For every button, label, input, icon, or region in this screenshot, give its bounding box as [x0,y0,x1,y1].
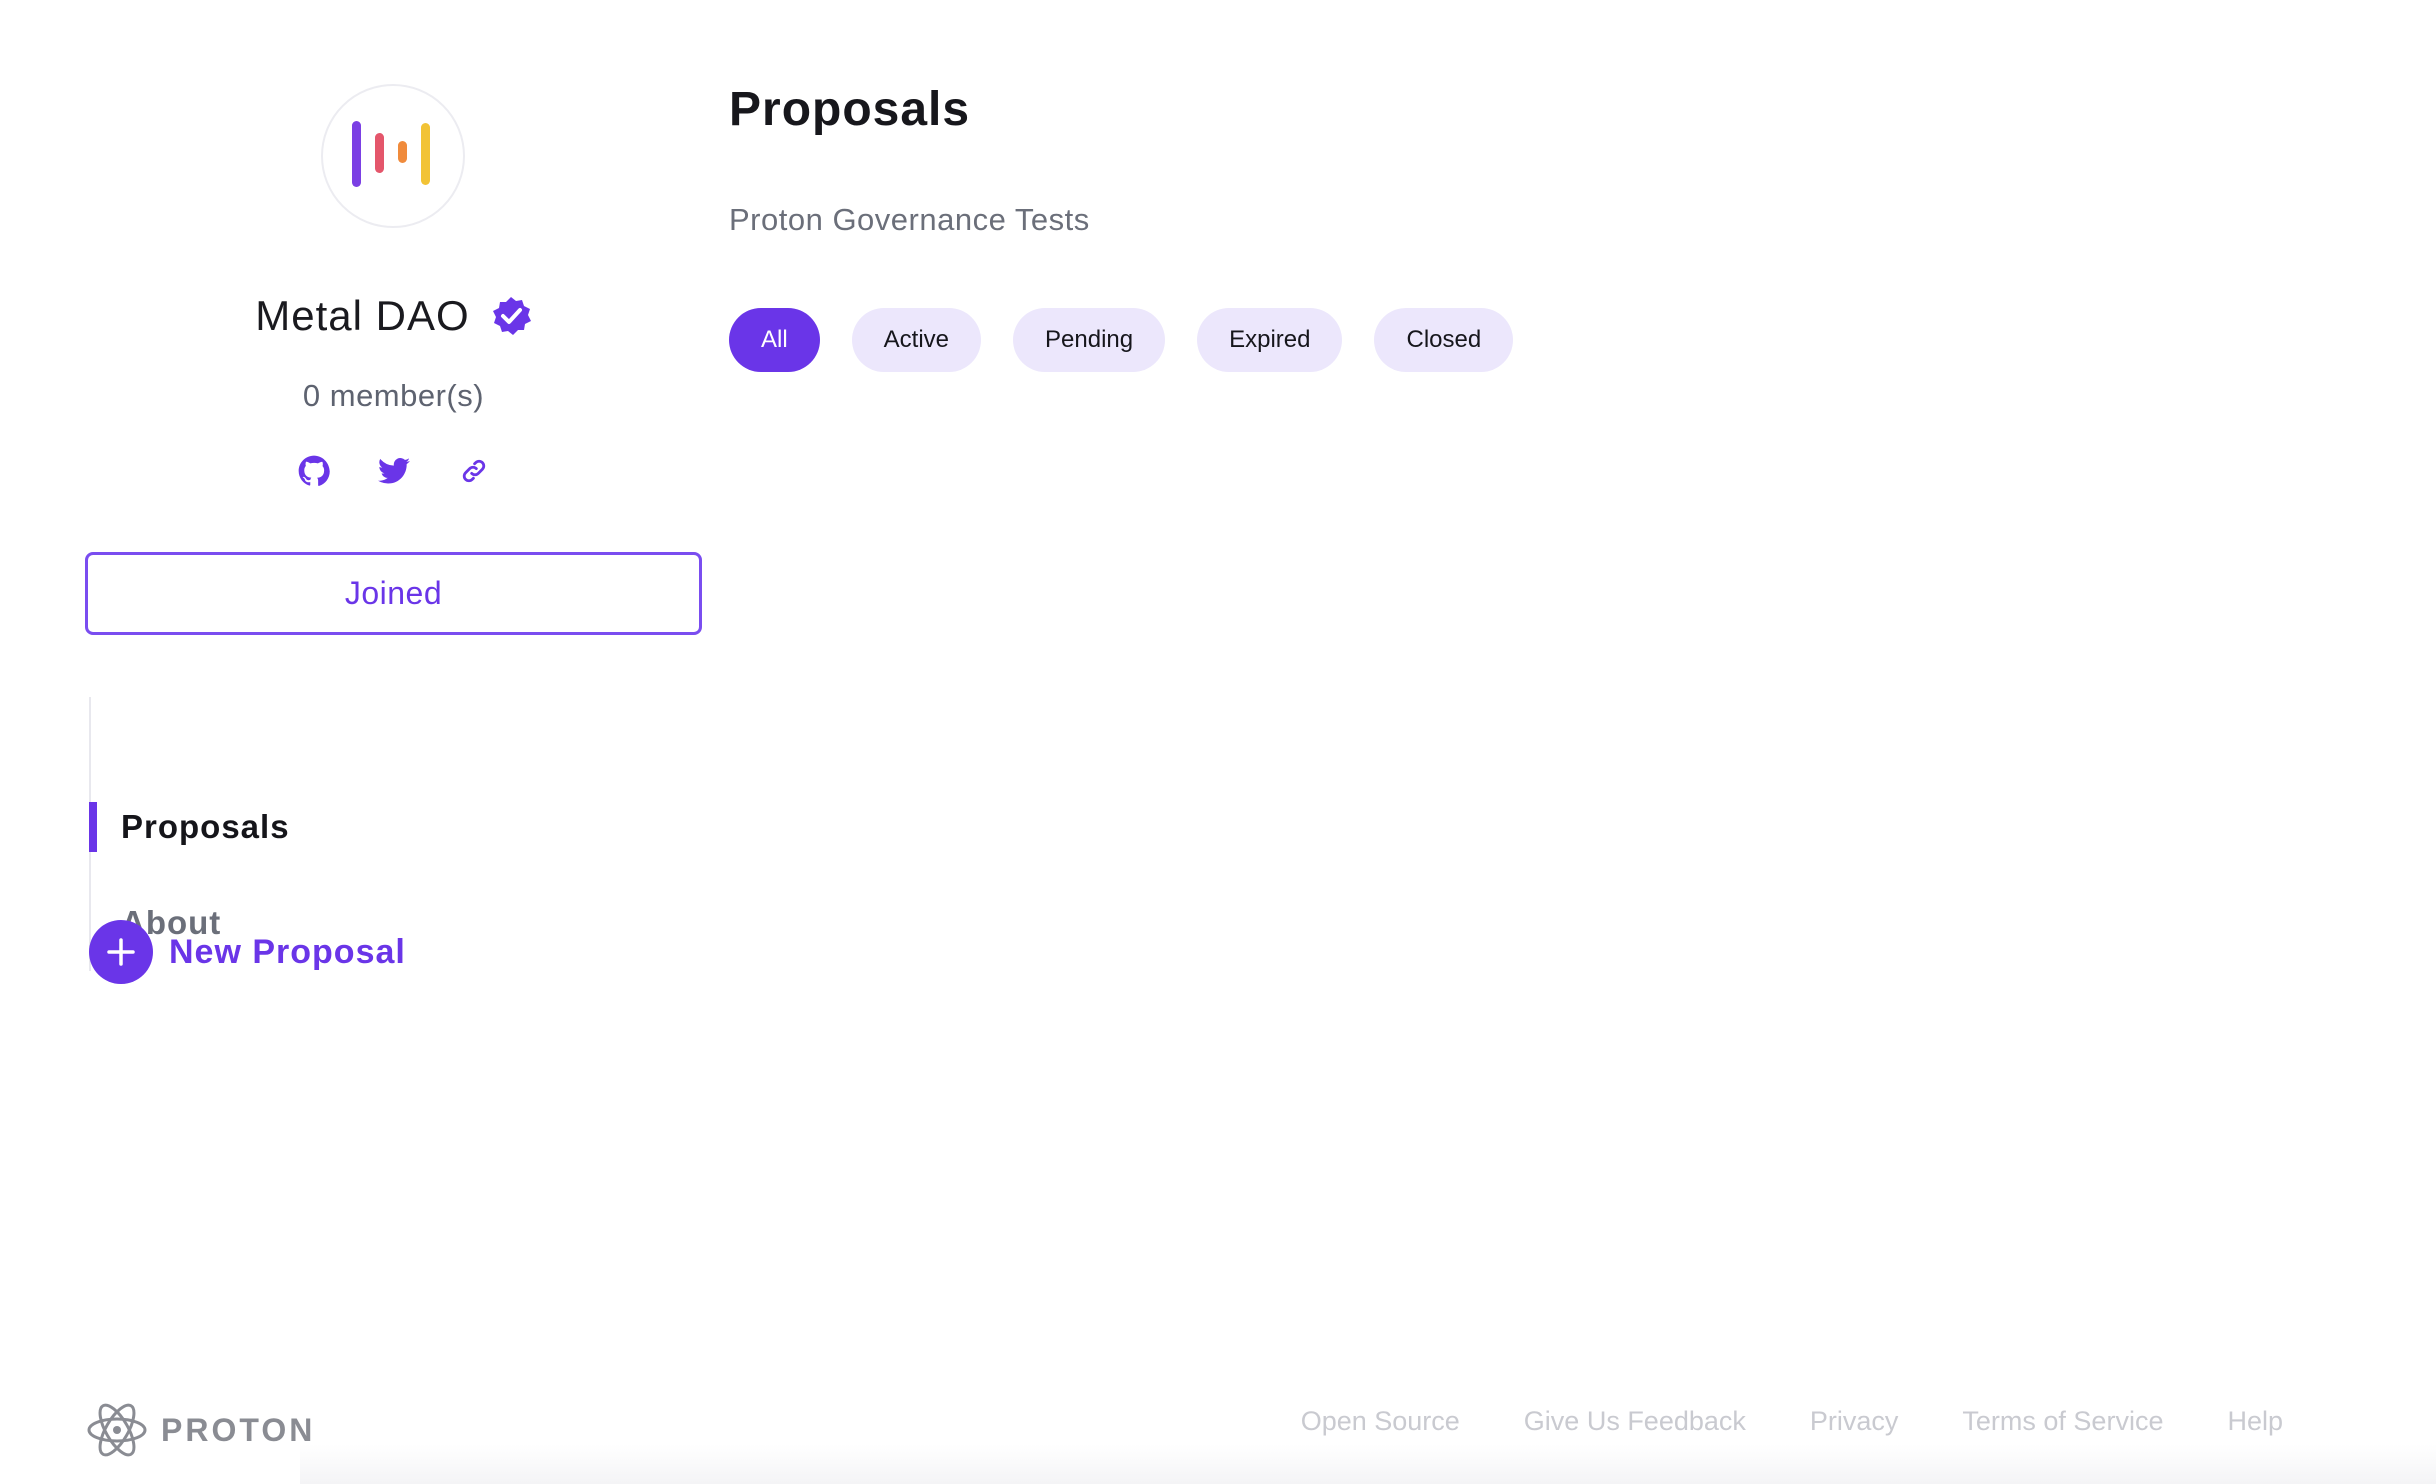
member-count: 0 member(s) [302,378,485,413]
metal-logo-icon [352,121,430,187]
new-proposal-button[interactable]: New Proposal [89,920,406,984]
footer-link-privacy[interactable]: Privacy [1810,1406,1899,1437]
filter-pending[interactable]: Pending [1013,308,1166,372]
footer-links: Open Source Give Us Feedback Privacy Ter… [1301,1406,2283,1437]
footer: PROTON Open Source Give Us Feedback Priv… [0,1380,2436,1484]
filter-all[interactable]: All [729,308,820,372]
dao-name: Metal DAO [255,292,470,339]
proposals-main: Proposals Proton Governance Tests All Ac… [729,82,2329,372]
filter-active[interactable]: Active [851,308,982,372]
filter-closed[interactable]: Closed [1374,308,1514,372]
footer-fade [300,1444,2436,1484]
page-title: Proposals [729,83,971,136]
filter-expired[interactable]: Expired [1197,308,1343,372]
page-subtitle: Proton Governance Tests [729,202,1090,237]
nav-item-proposals[interactable]: Proposals [89,802,290,852]
social-links [85,454,702,488]
footer-link-terms[interactable]: Terms of Service [1962,1406,2163,1437]
footer-link-feedback[interactable]: Give Us Feedback [1524,1406,1746,1437]
plus-icon [89,920,153,984]
proposal-filters: All Active Pending Expired Closed [729,308,1514,372]
link-icon[interactable] [457,454,491,488]
github-icon[interactable] [297,454,331,488]
footer-link-open-source[interactable]: Open Source [1301,1406,1460,1437]
proton-brand[interactable]: PROTON [85,1398,315,1462]
dao-title-row: Metal DAO [85,292,702,340]
footer-link-help[interactable]: Help [2227,1406,2283,1437]
proton-brand-text: PROTON [161,1411,316,1448]
dao-logo [321,84,465,228]
new-proposal-label: New Proposal [169,932,406,971]
twitter-icon[interactable] [377,454,411,488]
proton-atom-icon [87,1403,147,1457]
verified-badge-icon [492,297,531,335]
joined-button[interactable]: Joined [85,552,702,635]
